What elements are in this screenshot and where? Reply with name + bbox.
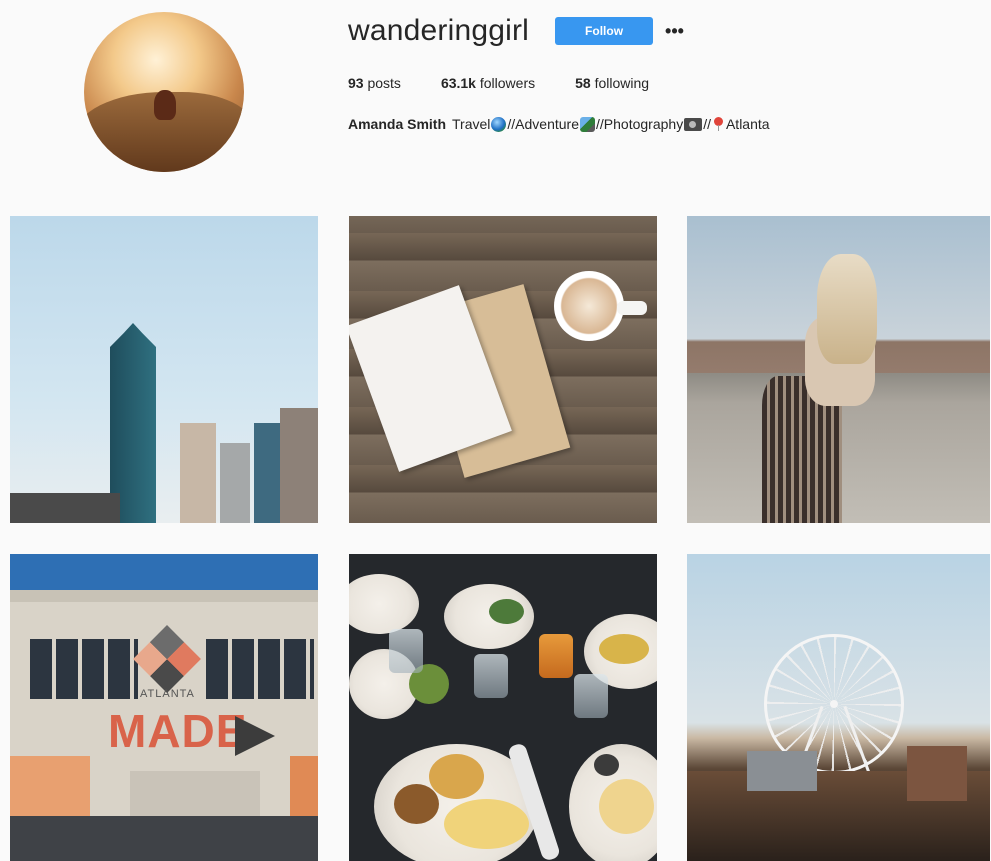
glass-shape [474,654,508,698]
biscuit-shape [429,754,484,799]
cup-handle-shape [617,301,647,315]
profile-stats: 93 posts 63.1k followers 58 following [348,75,689,91]
arrow-icon [235,716,275,756]
post-tile-ferris-wheel[interactable] [687,554,990,861]
post-tile-mural[interactable]: ATLANTA MADE [10,554,318,861]
bio-separator: // [703,116,711,132]
posts-label: posts [367,75,401,91]
post-tile-brunch[interactable] [349,554,657,861]
profile-bio: Amanda Smith Travel //Adventure //Photog… [348,116,770,132]
building-shape [180,423,216,523]
posts-count: 93 [348,75,364,91]
building-shape [907,746,967,801]
followers-label: followers [479,75,536,91]
profile-header: wanderinggirl Follow ••• 93 posts 63.1k … [0,0,991,200]
plate-shape [349,574,419,634]
profile-avatar[interactable] [84,12,244,172]
sausage-shape [394,784,439,824]
building-shape [254,423,280,523]
building-shape [10,493,120,523]
post-tile-coffee[interactable] [349,216,657,523]
location-pin-icon [713,117,723,131]
mural-logo-shape [133,625,201,693]
followers-stat[interactable]: 63.1k followers [441,75,535,91]
building-shape [280,408,318,523]
bio-photography: //Photography [596,116,684,132]
posts-stat: 93 posts [348,75,401,91]
bio-travel: Travel [452,116,491,132]
woman-hair-shape [817,254,877,364]
glass-shape [389,629,423,673]
building-shape [290,756,318,816]
bio-name: Amanda Smith [348,116,447,132]
username-row: wanderinggirl Follow ••• [348,14,684,48]
coffee-shape [594,754,619,776]
followers-count: 63.1k [440,75,476,91]
building-shape [220,443,250,523]
following-count: 58 [575,75,591,91]
parking-lot-shape [10,816,318,861]
window-shape [206,639,314,699]
post-tile-rooftop[interactable] [687,216,990,523]
window-shape [30,639,138,699]
building-shape [130,771,260,816]
follow-button[interactable]: Follow [555,17,654,45]
glass-shape [574,674,608,718]
salad-shape [489,599,524,624]
eggs-shape [599,634,649,664]
wheel-hub-shape [830,700,838,708]
more-dots-icon[interactable]: ••• [665,22,684,40]
eggs-shape [599,779,654,834]
mural-small-lettering: ATLANTA [140,688,195,700]
post-tile-skyline[interactable] [10,216,318,523]
camera-icon [684,117,703,131]
bio-location: Atlanta [725,116,770,132]
coffee-cup-shape [554,271,624,341]
roof-shape [10,590,318,602]
omelette-shape [444,799,529,849]
juice-glass-shape [539,634,573,678]
profile-username: wanderinggirl [348,14,530,47]
mural-lettering: MADE [108,705,248,757]
globe-icon [491,116,507,132]
mountain-icon [580,116,596,132]
following-label: following [594,75,650,91]
building-shape [747,751,817,791]
bio-adventure: //Adventure [507,116,580,132]
building-shape [10,756,90,816]
following-stat[interactable]: 58 following [575,75,649,91]
sky-shape [10,554,318,590]
avatar-figure [154,90,176,120]
